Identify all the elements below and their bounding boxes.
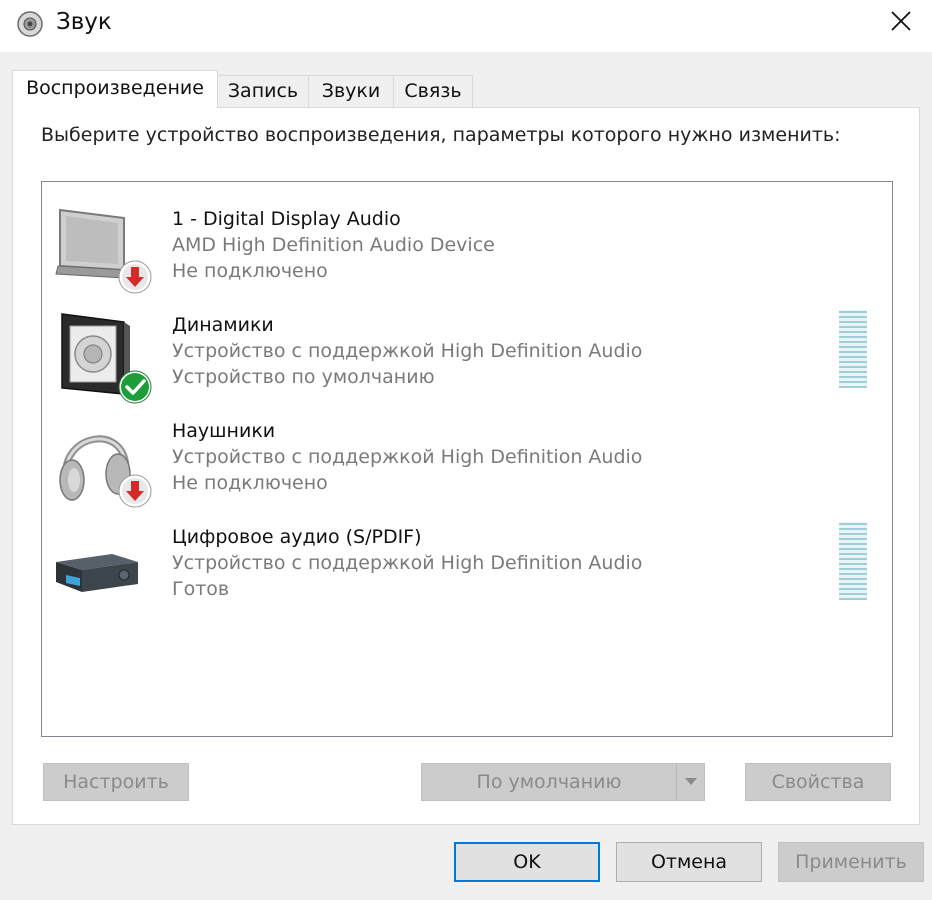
instruction-text: Выберите устройство воспроизведения, пар… bbox=[41, 124, 841, 146]
chevron-down-icon[interactable] bbox=[676, 764, 704, 800]
ok-button[interactable]: OK bbox=[454, 842, 600, 882]
device-status: Не подключено bbox=[172, 472, 328, 494]
device-description: Устройство с поддержкой High Definition … bbox=[172, 446, 643, 468]
properties-button[interactable]: Свойства bbox=[745, 763, 891, 801]
tab-playback[interactable]: Воспроизведение bbox=[12, 70, 218, 108]
device-description: Устройство с поддержкой High Definition … bbox=[172, 340, 643, 362]
device-item-headphones[interactable]: Наушники Устройство с поддержкой High De… bbox=[42, 402, 892, 508]
device-description: Устройство с поддержкой High Definition … bbox=[172, 552, 643, 574]
device-name: 1 - Digital Display Audio bbox=[172, 208, 401, 230]
close-button[interactable] bbox=[870, 0, 932, 46]
disconnected-arrow-icon bbox=[118, 260, 152, 294]
title-bar: Звук bbox=[0, 0, 932, 52]
apply-button[interactable]: Применить bbox=[778, 842, 924, 882]
device-name: Наушники bbox=[172, 420, 276, 442]
level-meter bbox=[839, 310, 867, 388]
device-description: AMD High Definition Audio Device bbox=[172, 234, 495, 256]
close-icon bbox=[890, 10, 912, 36]
device-item-speakers[interactable]: Динамики Устройство с поддержкой High De… bbox=[42, 296, 892, 404]
device-name: Динамики bbox=[172, 314, 274, 336]
default-check-icon bbox=[118, 370, 152, 404]
cancel-button[interactable]: Отмена bbox=[616, 842, 762, 882]
dialog-body: Воспроизведение Запись Звуки Связь Выбер… bbox=[0, 52, 932, 900]
tab-recording[interactable]: Запись bbox=[217, 75, 309, 107]
speaker-icon bbox=[16, 10, 44, 38]
device-status: Устройство по умолчанию bbox=[172, 366, 435, 388]
spdif-receiver-icon bbox=[52, 524, 152, 614]
configure-button[interactable]: Настроить bbox=[43, 763, 189, 801]
set-default-label: По умолчанию bbox=[476, 771, 622, 793]
tab-communications[interactable]: Связь bbox=[393, 75, 473, 107]
tab-panel-playback: Выберите устройство воспроизведения, пар… bbox=[12, 107, 920, 825]
device-item-spdif[interactable]: Цифровое аудио (S/PDIF) Устройство с под… bbox=[42, 508, 892, 612]
device-status: Не подключено bbox=[172, 260, 328, 282]
window-title: Звук bbox=[56, 9, 112, 35]
device-name: Цифровое аудио (S/PDIF) bbox=[172, 526, 422, 548]
set-default-split-button[interactable]: По умолчанию bbox=[421, 763, 705, 801]
device-list[interactable]: 1 - Digital Display Audio AMD High Defin… bbox=[41, 181, 893, 737]
level-meter bbox=[839, 522, 867, 600]
tab-sounds[interactable]: Звуки bbox=[308, 75, 394, 107]
device-status: Готов bbox=[172, 578, 230, 600]
device-item-digital-display-audio[interactable]: 1 - Digital Display Audio AMD High Defin… bbox=[42, 190, 892, 294]
disconnected-arrow-icon bbox=[118, 474, 152, 508]
